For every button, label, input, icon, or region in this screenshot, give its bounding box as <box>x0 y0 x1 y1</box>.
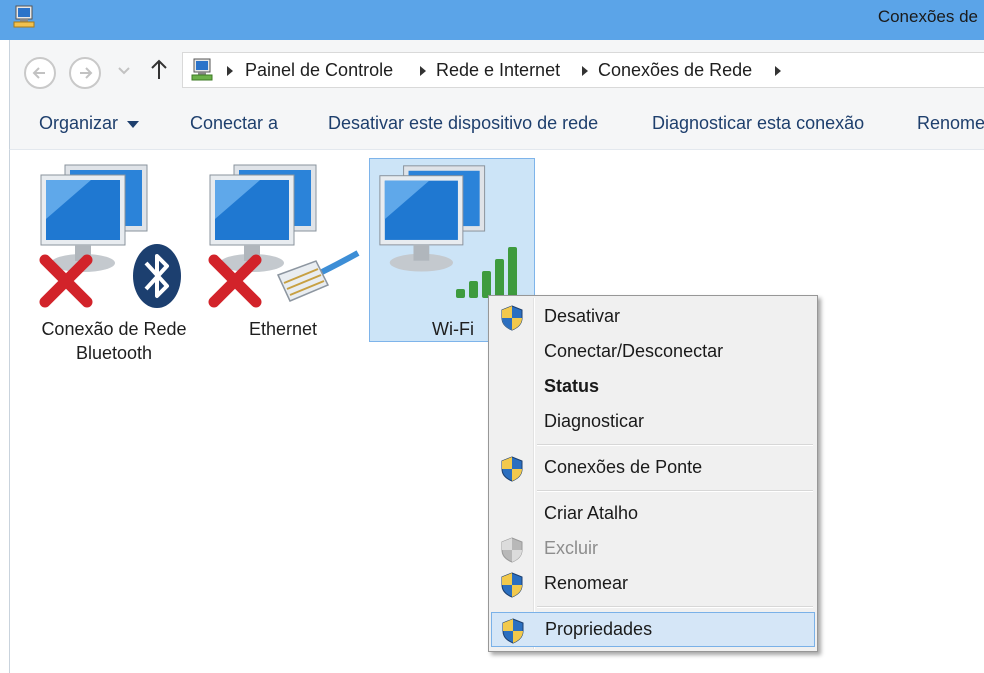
menu-separator <box>537 444 813 446</box>
connection-label: Ethernet <box>200 317 366 341</box>
title-bar: Conexões de <box>0 0 984 40</box>
menu-item-conectar-desconectar[interactable]: Conectar/Desconectar <box>491 335 815 370</box>
connection-label: Conexão de Rede Bluetooth <box>31 317 197 365</box>
up-arrow-icon[interactable] <box>149 58 169 80</box>
address-box[interactable]: Painel de Controle Rede e Internet Conex… <box>182 52 984 88</box>
menu-separator <box>537 490 813 492</box>
menu-item-criar-atalho[interactable]: Criar Atalho <box>491 497 815 532</box>
breadcrumb-rede-e-internet[interactable]: Rede e Internet <box>436 60 560 81</box>
menu-item-diagnosticar[interactable]: Diagnosticar <box>491 405 815 440</box>
navigation-bar: Painel de Controle Rede e Internet Conex… <box>9 40 984 98</box>
breadcrumb-separator-icon[interactable] <box>419 65 427 77</box>
forward-button[interactable] <box>69 57 101 89</box>
menu-item-conexoes-de-ponte[interactable]: Conexões de Ponte <box>491 451 815 486</box>
uac-shield-icon <box>501 537 523 563</box>
connection-label-line: Ethernet <box>248 319 318 339</box>
connect-to-button[interactable]: Conectar a <box>190 113 278 134</box>
menu-item-status[interactable]: Status <box>491 370 815 405</box>
red-x-icon <box>208 254 262 308</box>
menu-item-excluir: Excluir <box>491 532 815 567</box>
ethernet-cable-icon <box>276 250 360 302</box>
menu-item-label: Propriedades <box>545 619 653 639</box>
menu-item-label: Renomear <box>544 573 629 593</box>
menu-item-desativar[interactable]: Desativar <box>491 300 815 335</box>
menu-item-propriedades[interactable]: Propriedades <box>491 612 815 647</box>
uac-shield-icon <box>502 618 524 644</box>
menu-item-label: Criar Atalho <box>544 503 639 523</box>
forward-arrow-icon <box>80 67 93 79</box>
dropdown-arrow-icon[interactable] <box>127 121 139 128</box>
breadcrumb-separator-icon[interactable] <box>226 65 234 77</box>
uac-shield-icon <box>501 572 523 598</box>
diagnose-connection-button[interactable]: Diagnosticar esta conexão <box>652 113 864 134</box>
red-x-icon <box>39 254 93 308</box>
back-button[interactable] <box>24 57 56 89</box>
wifi-signal-icon <box>456 247 517 298</box>
rename-button[interactable]: Renome <box>917 113 984 134</box>
menu-item-renomear[interactable]: Renomear <box>491 567 815 602</box>
uac-shield-icon <box>501 456 523 482</box>
recent-locations-chevron-icon[interactable] <box>118 67 130 75</box>
menu-item-label: Conexões de Ponte <box>544 457 703 477</box>
connection-bluetooth[interactable]: Conexão de Rede Bluetooth <box>31 159 197 363</box>
menu-separator <box>537 606 813 608</box>
breadcrumb-conexoes-de-rede[interactable]: Conexões de Rede <box>598 60 752 81</box>
breadcrumb-painel-de-controle[interactable]: Painel de Controle <box>245 60 393 81</box>
bluetooth-icon <box>133 244 181 308</box>
breadcrumb-separator-icon[interactable] <box>581 65 589 77</box>
uac-shield-icon <box>501 305 523 331</box>
window-title: Conexões de <box>877 7 978 26</box>
disable-device-button[interactable]: Desativar este dispositivo de rede <box>328 113 598 134</box>
menu-item-label: Diagnosticar <box>544 411 645 431</box>
command-bar: Organizar Conectar a Desativar este disp… <box>9 98 984 150</box>
organize-button[interactable]: Organizar <box>39 113 118 134</box>
menu-item-label: Desativar <box>544 306 621 326</box>
menu-item-label: Excluir <box>544 538 599 558</box>
connection-label-line: Bluetooth <box>75 343 153 363</box>
back-arrow-icon <box>32 67 45 79</box>
menu-item-label: Conectar/Desconectar <box>544 341 724 361</box>
breadcrumb-separator-icon[interactable] <box>774 65 782 77</box>
context-menu: Desativar Conectar/Desconectar Status Di… <box>488 295 818 652</box>
menu-item-label: Status <box>544 376 600 396</box>
network-connections-icon[interactable] <box>11 5 37 29</box>
connection-ethernet[interactable]: Ethernet <box>200 159 366 343</box>
connection-label-line: Conexão de Rede <box>41 319 187 339</box>
network-location-icon <box>191 58 213 81</box>
